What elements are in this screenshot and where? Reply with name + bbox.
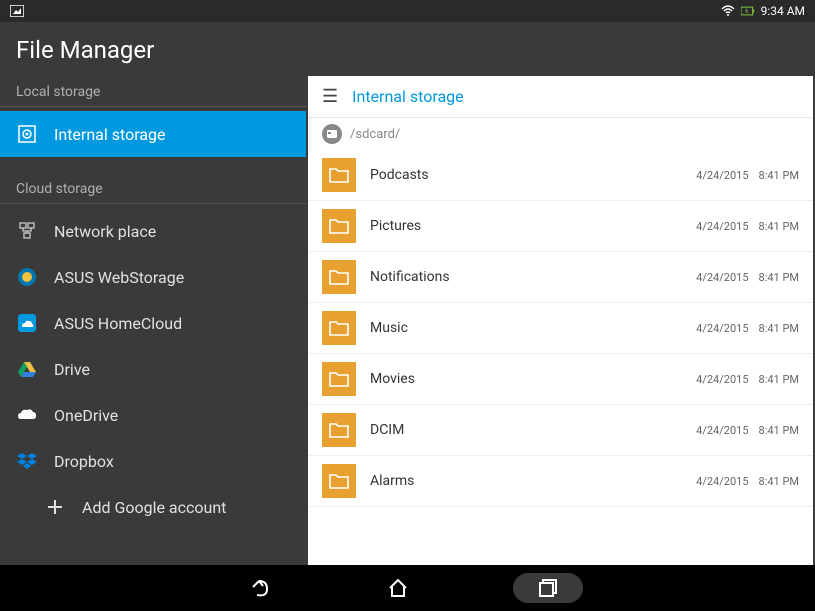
content-title: Internal storage <box>352 87 463 106</box>
sidebar-item-add-google-account[interactable]: Add Google account <box>0 484 306 530</box>
content-header: ☰ Internal storage <box>308 76 813 118</box>
file-date: 4/24/2015 <box>696 169 748 182</box>
file-date: 4/24/2015 <box>696 271 748 284</box>
file-date: 4/24/2015 <box>696 322 748 335</box>
folder-icon <box>322 158 356 192</box>
file-name: Music <box>370 320 696 336</box>
sidebar-item-drive[interactable]: Drive <box>0 346 306 392</box>
sidebar-item-asus-homecloud[interactable]: ASUS HomeCloud <box>0 300 306 346</box>
file-date: 4/24/2015 <box>696 220 748 233</box>
file-row[interactable]: Music 4/24/2015 8:41 PM <box>308 303 813 354</box>
hamburger-icon[interactable]: ☰ <box>322 86 338 107</box>
folder-icon <box>322 362 356 396</box>
file-time: 8:41 PM <box>759 424 799 437</box>
file-date: 4/24/2015 <box>696 373 748 386</box>
folder-icon <box>322 260 356 294</box>
folder-icon <box>322 464 356 498</box>
file-time: 8:41 PM <box>759 169 799 182</box>
asus-homecloud-icon <box>16 312 38 334</box>
file-list: Podcasts 4/24/2015 8:41 PM Pictures 4/24… <box>308 150 813 565</box>
battery-charging-icon <box>741 4 755 18</box>
sidebar-item-label: ASUS HomeCloud <box>54 314 182 333</box>
sidebar-section-cloud: Cloud storage <box>0 173 306 204</box>
wifi-icon <box>721 4 735 18</box>
file-row[interactable]: Pictures 4/24/2015 8:41 PM <box>308 201 813 252</box>
file-name: DCIM <box>370 422 696 438</box>
internal-storage-icon <box>16 123 38 145</box>
file-row[interactable]: Movies 4/24/2015 8:41 PM <box>308 354 813 405</box>
status-time: 9:34 AM <box>761 4 805 18</box>
sidebar-item-label: Drive <box>54 360 90 379</box>
file-row[interactable]: Notifications 4/24/2015 8:41 PM <box>308 252 813 303</box>
network-icon <box>16 220 38 242</box>
file-time: 8:41 PM <box>759 475 799 488</box>
sidebar-item-label: Internal storage <box>54 125 165 144</box>
google-drive-icon <box>16 358 38 380</box>
plus-icon <box>44 496 66 518</box>
file-date: 4/24/2015 <box>696 475 748 488</box>
nav-home-button[interactable] <box>373 573 423 603</box>
sidebar-item-label: ASUS WebStorage <box>54 268 184 287</box>
file-time: 8:41 PM <box>759 220 799 233</box>
file-time: 8:41 PM <box>759 271 799 284</box>
dropbox-icon <box>16 450 38 472</box>
nav-back-button[interactable] <box>233 573 283 603</box>
file-name: Alarms <box>370 473 696 489</box>
folder-icon <box>322 209 356 243</box>
sidebar-item-onedrive[interactable]: OneDrive <box>0 392 306 438</box>
folder-icon <box>322 413 356 447</box>
file-name: Notifications <box>370 269 696 285</box>
file-name: Pictures <box>370 218 696 234</box>
file-row[interactable]: Podcasts 4/24/2015 8:41 PM <box>308 150 813 201</box>
sdcard-icon <box>322 124 342 144</box>
file-time: 8:41 PM <box>759 322 799 335</box>
file-name: Movies <box>370 371 696 387</box>
sidebar-item-internal-storage[interactable]: Internal storage <box>0 111 306 157</box>
onedrive-icon <box>16 404 38 426</box>
status-bar: 9:34 AM <box>0 0 815 22</box>
picture-icon <box>10 4 24 18</box>
sidebar-item-network-place[interactable]: Network place <box>0 208 306 254</box>
sidebar-item-label: OneDrive <box>54 406 118 425</box>
file-name: Podcasts <box>370 167 696 183</box>
path-bar[interactable]: /sdcard/ <box>308 118 813 150</box>
file-date: 4/24/2015 <box>696 424 748 437</box>
sidebar-item-dropbox[interactable]: Dropbox <box>0 438 306 484</box>
file-row[interactable]: Alarms 4/24/2015 8:41 PM <box>308 456 813 507</box>
android-nav-bar <box>0 565 815 611</box>
file-time: 8:41 PM <box>759 373 799 386</box>
sidebar-item-label: Dropbox <box>54 452 114 471</box>
sidebar-item-label: Network place <box>54 222 156 241</box>
sidebar-section-local: Local storage <box>0 76 306 107</box>
app-title: File Manager <box>0 22 815 76</box>
file-row[interactable]: DCIM 4/24/2015 8:41 PM <box>308 405 813 456</box>
folder-icon <box>322 311 356 345</box>
content-panel: ☰ Internal storage /sdcard/ Podcasts 4/2… <box>308 76 813 565</box>
sidebar: Local storage Internal storage Cloud sto… <box>0 76 306 565</box>
nav-recent-button[interactable] <box>513 573 583 603</box>
path-text: /sdcard/ <box>350 127 400 142</box>
sidebar-item-asus-webstorage[interactable]: ASUS WebStorage <box>0 254 306 300</box>
asus-webstorage-icon <box>16 266 38 288</box>
sidebar-item-label: Add Google account <box>82 498 226 517</box>
